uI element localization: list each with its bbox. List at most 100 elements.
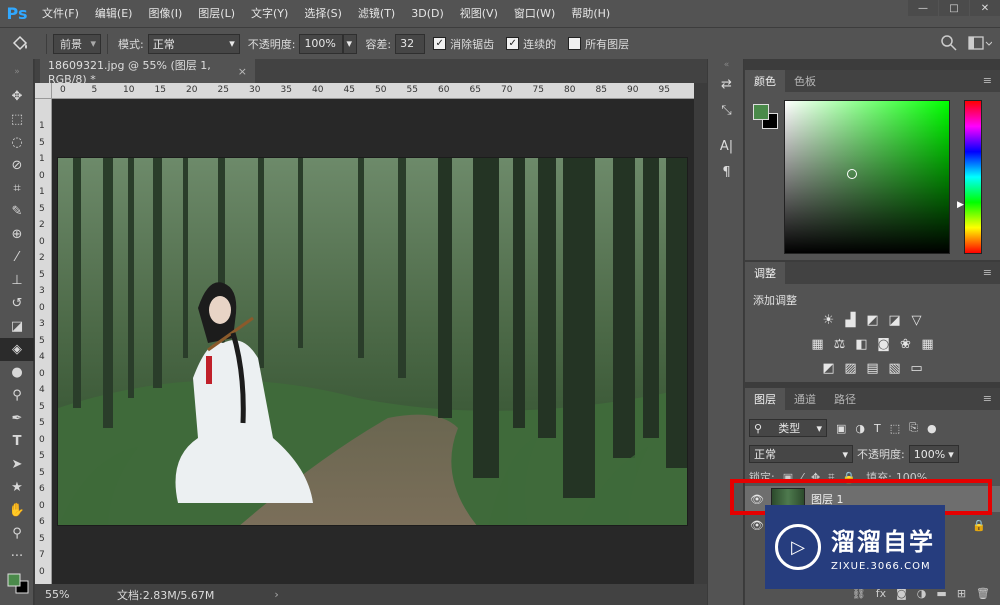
menu-3d[interactable]: 3D(D) (403, 0, 452, 27)
workspace-icon[interactable] (968, 34, 992, 52)
channel-mixer-icon[interactable]: ❀ (898, 336, 914, 352)
document-image[interactable] (57, 157, 688, 526)
panel-menu-icon[interactable]: ≡ (983, 266, 992, 279)
smart-object-filter-icon[interactable]: ⎘ (909, 421, 918, 435)
status-menu-arrow[interactable]: › (274, 588, 278, 601)
invert-icon[interactable]: ◩ (821, 360, 837, 376)
curves-icon[interactable]: ◩ (865, 312, 881, 328)
menu-layer[interactable]: 图层(L) (190, 0, 243, 27)
contiguous-checkbox[interactable]: ✓ (506, 37, 520, 50)
menu-filter[interactable]: 滤镜(T) (350, 0, 403, 27)
hue-slider[interactable] (964, 100, 982, 254)
pen-tool-icon[interactable]: ✒ (0, 407, 34, 430)
selective-color-icon[interactable]: ▧ (887, 360, 903, 376)
zoom-tool-icon[interactable]: ⚲ (0, 522, 34, 545)
paragraph-panel-icon[interactable]: ¶ (708, 159, 745, 185)
hue-saturation-icon[interactable]: ▦ (810, 336, 826, 352)
move-tool-icon[interactable]: ✥ (0, 85, 34, 108)
hue-slider-arrow-icon[interactable]: ▶ (957, 200, 964, 210)
tab-paths[interactable]: 路径 (825, 388, 865, 410)
panel-menu-icon[interactable]: ≡ (983, 74, 992, 87)
spot-healing-tool-icon[interactable]: ⊕ (0, 223, 34, 246)
color-spectrum[interactable] (784, 100, 950, 254)
vibrance-icon[interactable]: ▽ (909, 312, 925, 328)
eraser-tool-icon[interactable]: ◪ (0, 315, 34, 338)
filter-toggle-icon[interactable]: ● (927, 422, 937, 435)
minimize-button[interactable]: — (908, 0, 938, 16)
type-tool-icon[interactable]: T (0, 430, 34, 453)
foreground-color-swatch[interactable] (753, 104, 769, 120)
adjustment-filter-icon[interactable]: ◑ (855, 422, 865, 435)
dodge-tool-icon[interactable]: ⚲ (0, 384, 34, 407)
lasso-tool-icon[interactable]: ◌ (0, 131, 34, 154)
tolerance-input[interactable]: 32 (395, 33, 426, 54)
toolbar-grip-icon[interactable]: » (0, 59, 34, 85)
brush-presets-icon[interactable]: ⤡ (708, 97, 745, 123)
search-icon[interactable] (940, 34, 958, 52)
threshold-icon[interactable]: ▤ (865, 360, 881, 376)
menu-edit[interactable]: 编辑(E) (87, 0, 141, 27)
crop-tool-icon[interactable]: ⌗ (0, 177, 34, 200)
horizontal-ruler[interactable]: 0 5 10 15 20 25 30 35 40 45 50 55 60 65 70 75 80 85 90 95 (52, 83, 694, 99)
type-filter-icon[interactable]: T (874, 422, 881, 435)
history-panel-icon[interactable]: ⇄ (708, 71, 745, 97)
opacity-input[interactable]: 100% (299, 33, 344, 54)
brush-tool-icon[interactable]: ⁄ (0, 246, 34, 269)
stamp-tool-icon[interactable]: ⊥ (0, 269, 34, 292)
levels-icon[interactable]: ▟ (843, 312, 859, 328)
path-select-tool-icon[interactable]: ➤ (0, 453, 34, 476)
shape-tool-icon[interactable]: ★ (0, 476, 34, 499)
new-layer-icon[interactable]: ⊞ (957, 587, 966, 600)
maximize-button[interactable]: □ (939, 0, 969, 16)
photo-filter-icon[interactable]: ◙ (876, 336, 892, 352)
document-tab[interactable]: 18609321.jpg @ 55% (图层 1, RGB/8) * × (40, 59, 255, 86)
paint-bucket-preset-icon[interactable] (0, 35, 40, 53)
quick-select-tool-icon[interactable]: ⊘ (0, 154, 34, 177)
color-lookup-icon[interactable]: ▦ (920, 336, 936, 352)
ruler-corner[interactable] (35, 83, 52, 99)
tab-channels[interactable]: 通道 (785, 388, 825, 410)
tab-swatches[interactable]: 色板 (785, 70, 825, 92)
hand-tool-icon[interactable]: ✋ (0, 499, 34, 522)
blend-mode-select[interactable]: 正常 ▾ (749, 445, 853, 463)
menu-type[interactable]: 文字(Y) (243, 0, 296, 27)
menu-select[interactable]: 选择(S) (296, 0, 350, 27)
opacity-dropdown[interactable]: ▾ (343, 33, 358, 54)
panel-menu-icon[interactable]: ≡ (983, 392, 992, 405)
eyedropper-tool-icon[interactable]: ✎ (0, 200, 34, 223)
shape-filter-icon[interactable]: ⬚ (890, 422, 900, 435)
paint-bucket-tool-icon[interactable]: ◈ (0, 338, 34, 361)
posterize-icon[interactable]: ▨ (843, 360, 859, 376)
history-brush-tool-icon[interactable]: ↺ (0, 292, 34, 315)
layer-opacity-input[interactable]: 100% ▾ (908, 445, 959, 463)
close-tab-icon[interactable]: × (238, 65, 247, 78)
trash-icon[interactable]: 🗑 (976, 587, 990, 600)
more-tools-icon[interactable]: ··· (0, 545, 34, 568)
fill-source-select[interactable]: 前景 ▾ (53, 33, 101, 54)
gradient-map-icon[interactable]: ▭ (909, 360, 925, 376)
marquee-tool-icon[interactable]: ⬚ (0, 108, 34, 131)
layer-filter-select[interactable]: ⚲ 类型 ▾ (749, 419, 827, 437)
blur-tool-icon[interactable]: ● (0, 361, 34, 384)
antialias-checkbox[interactable]: ✓ (433, 37, 447, 50)
color-balance-icon[interactable]: ⚖ (832, 336, 848, 352)
tab-adjustments[interactable]: 调整 (745, 262, 785, 284)
close-button[interactable]: ✕ (970, 0, 1000, 16)
vertical-ruler[interactable]: 1 5 1 0 1 5 2 0 2 5 3 0 3 5 4 0 4 5 5 0 5 5 6 0 6 5 7 0 (35, 99, 52, 584)
mode-select[interactable]: 正常 ▾ (147, 33, 240, 54)
exposure-icon[interactable]: ◪ (887, 312, 903, 328)
menu-view[interactable]: 视图(V) (452, 0, 506, 27)
tab-color[interactable]: 颜色 (745, 70, 785, 92)
black-white-icon[interactable]: ◧ (854, 336, 870, 352)
photoshop-logo[interactable]: Ps (0, 0, 34, 27)
menu-window[interactable]: 窗口(W) (506, 0, 563, 27)
pixel-filter-icon[interactable]: ▣ (836, 422, 846, 435)
all-layers-checkbox[interactable] (568, 37, 582, 50)
character-panel-icon[interactable]: A| (708, 133, 745, 159)
tab-layers[interactable]: 图层 (745, 388, 785, 410)
zoom-level[interactable]: 55% (35, 588, 81, 601)
brightness-contrast-icon[interactable]: ☀ (821, 312, 837, 328)
color-picker-cursor[interactable] (847, 169, 857, 179)
strip-grip-icon[interactable]: « (708, 59, 745, 71)
menu-file[interactable]: 文件(F) (34, 0, 87, 27)
